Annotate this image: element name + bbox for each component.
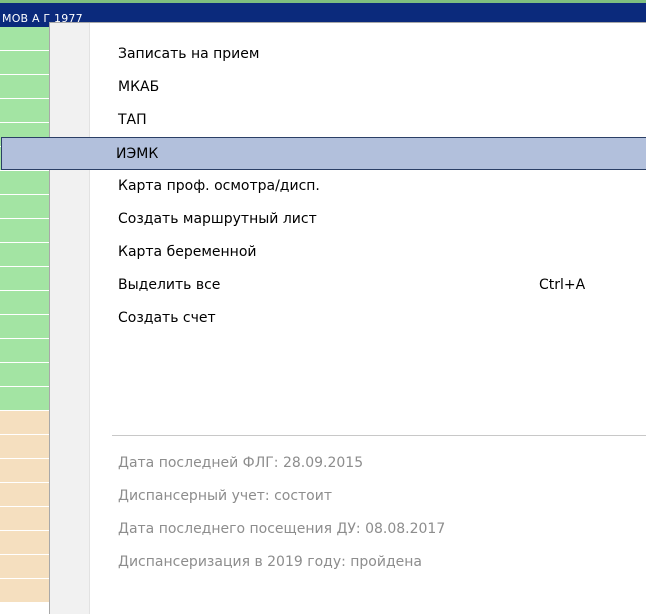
info-label: Диспансерный учет: состоит (118, 488, 332, 504)
menu-item-create-invoice[interactable]: Создать счет (52, 302, 646, 335)
menu-item-select-all[interactable]: Выделить все Ctrl+A (52, 269, 646, 302)
info-last-du-visit-date: Дата последнего посещения ДУ: 08.08.2017 (52, 513, 646, 546)
menu-item-label: ИЭМК (116, 146, 159, 162)
menu-item-iemk[interactable]: ИЭМК (1, 137, 646, 170)
screen: МОВ А Г 1977 Записать на прием МКАБ ТАП … (0, 0, 646, 614)
menu-item-label: Карта беременной (118, 244, 257, 260)
menu-item-label: Создать маршрутный лист (118, 211, 317, 227)
context-menu: Записать на прием МКАБ ТАП ИЭМК Карта пр… (1, 22, 646, 614)
menu-item-pregnancy-card[interactable]: Карта беременной (52, 236, 646, 269)
menu-item-tap[interactable]: ТАП (52, 104, 646, 137)
info-label: Дата последнего посещения ДУ: 08.08.2017 (118, 521, 446, 537)
menu-item-mkab[interactable]: МКАБ (52, 71, 646, 104)
menu-item-label: Записать на прием (118, 46, 260, 62)
menu-item-label: Выделить все (118, 277, 221, 293)
info-label: Дата последней ФЛГ: 28.09.2015 (118, 455, 364, 471)
menu-item-label: Карта проф. осмотра/дисп. (118, 178, 320, 194)
menu-item-book-appointment[interactable]: Записать на прием (52, 38, 646, 71)
menu-item-shortcut: Ctrl+A (539, 277, 586, 293)
menu-separator (112, 435, 646, 436)
menu-item-label: ТАП (118, 112, 147, 128)
info-dispensarization-status: Диспансеризация в 2019 году: пройдена (52, 546, 646, 579)
menu-item-label: МКАБ (118, 79, 160, 95)
info-label: Диспансеризация в 2019 году: пройдена (118, 554, 423, 570)
menu-item-label: Создать счет (118, 310, 216, 326)
info-dispensary-registration: Диспансерный учет: состоит (52, 480, 646, 513)
info-last-flg-date: Дата последней ФЛГ: 28.09.2015 (52, 447, 646, 480)
menu-item-create-route-sheet[interactable]: Создать маршрутный лист (52, 203, 646, 236)
menu-item-checkup-card[interactable]: Карта проф. осмотра/дисп. (52, 170, 646, 203)
